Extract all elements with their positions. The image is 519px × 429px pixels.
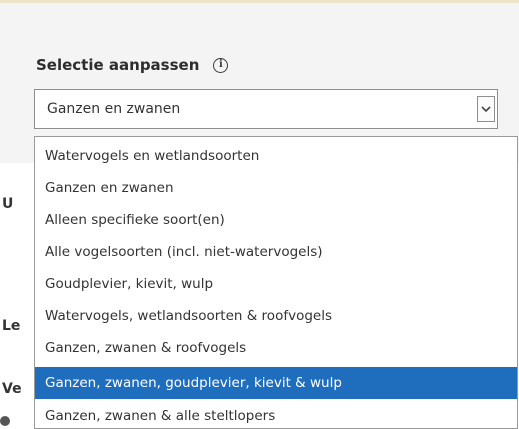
background-label-1: U [2,196,14,212]
dropdown-option[interactable]: Ganzen en zwanen [35,172,517,204]
dropdown-option[interactable]: Goudplevier, kievit, wulp [35,268,517,300]
selection-current-value: Ganzen en zwanen [47,101,181,117]
dropdown-option[interactable]: Alle vogelsoorten (incl. niet-watervogel… [35,236,517,268]
dropdown-option[interactable]: Alleen specifieke soort(en) [35,204,517,236]
selection-heading: Selectie aanpassen i [36,56,229,74]
background-label-3: Ve [2,381,22,397]
selection-label: Selectie aanpassen [36,56,200,74]
background-label-2: Le [2,318,21,334]
radio-button[interactable] [0,416,10,426]
dropdown-option-highlighted[interactable]: Ganzen, zwanen, goudplevier, kievit & wu… [35,367,517,399]
dropdown-options-list[interactable]: Watervogels en wetlandsoorten Ganzen en … [34,136,518,429]
dropdown-option[interactable]: Watervogels, wetlandsoorten & roofvogels [35,300,517,332]
dropdown-option[interactable]: Watervogels en wetlandsoorten [35,140,517,172]
dropdown-option[interactable]: Ganzen, zwanen & alle steltlopers [35,400,517,428]
selection-dropdown[interactable]: Ganzen en zwanen [34,89,498,129]
dropdown-option[interactable]: Ganzen, zwanen & roofvogels [35,332,517,364]
chevron-down-icon[interactable] [477,96,495,122]
info-icon[interactable]: i [213,57,229,73]
